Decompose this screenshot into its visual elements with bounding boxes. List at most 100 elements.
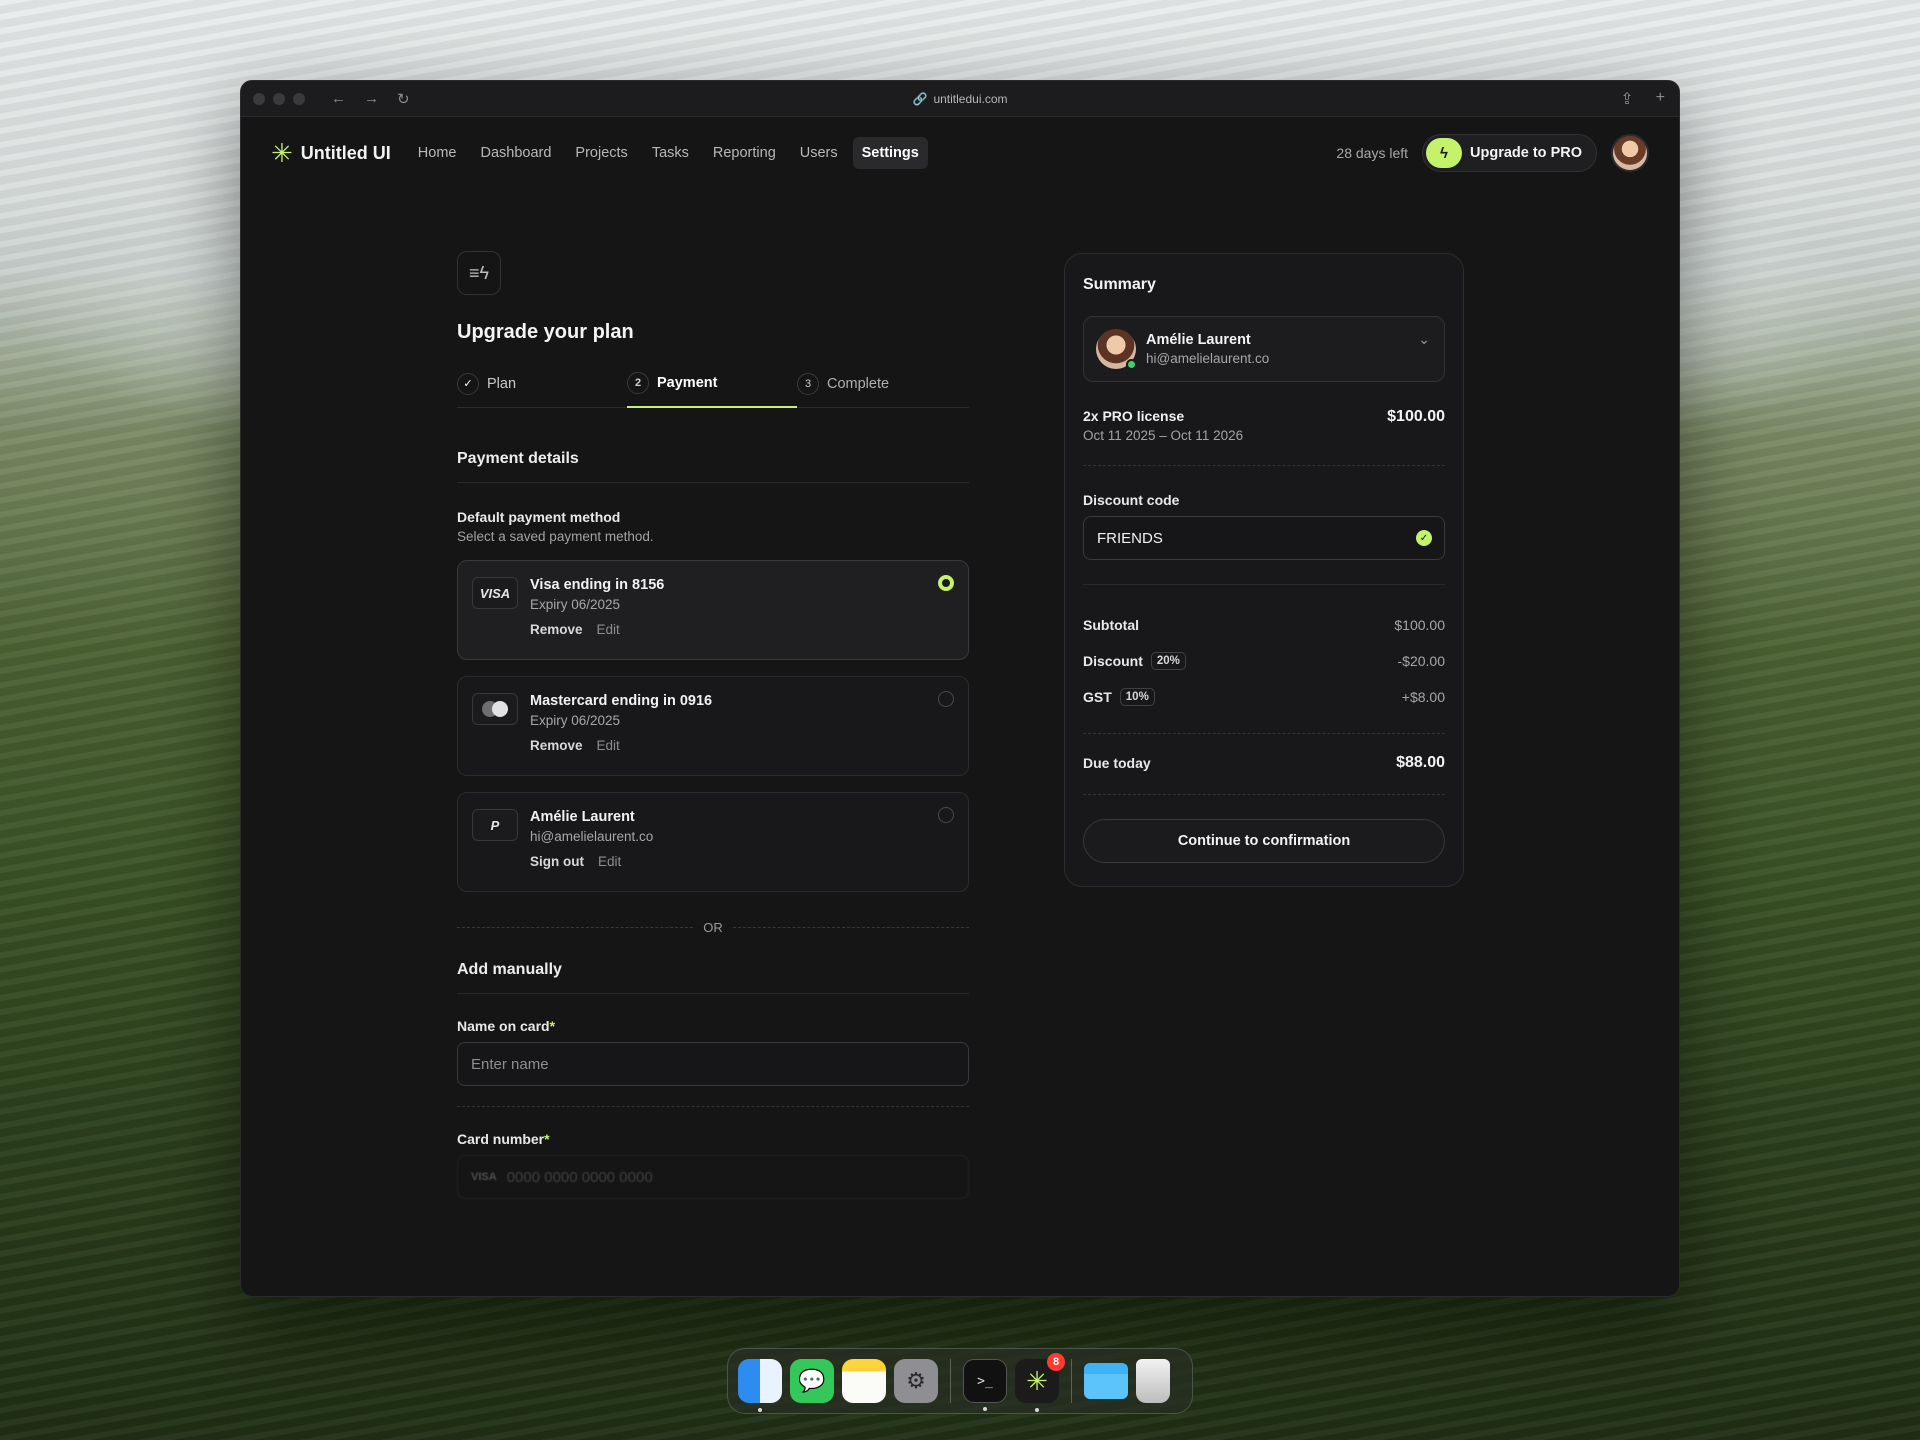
visa-logo: VISA [472, 577, 518, 609]
user-name: Amélie Laurent [1146, 332, 1251, 348]
dock-separator [950, 1359, 951, 1403]
divider [457, 1106, 969, 1107]
url-text: untitledui.com [933, 91, 1008, 106]
discount-code-label: Discount code [1083, 492, 1180, 508]
user-email: hi@amelielaurent.co [1146, 351, 1270, 366]
terminal-icon[interactable]: >_ [963, 1359, 1007, 1411]
card-body: Mastercard ending in 0916 Expiry 06/2025… [530, 693, 712, 761]
trial-days-left: 28 days left [1336, 145, 1409, 161]
card-title: Mastercard ending in 0916 [530, 693, 713, 709]
zoom-window-button[interactable] [293, 92, 305, 105]
browser-window: ← → ↻ 🔗 untitledui.com ⇪ + ✳ Untitled UI… [240, 80, 1680, 1297]
default-method-heading: Default payment method [457, 509, 621, 525]
summary-title: Summary [1083, 276, 1156, 293]
back-arrow-icon[interactable]: ← [331, 90, 346, 108]
share-icon[interactable]: ⇪ [1620, 89, 1633, 109]
check-icon: ✓ [457, 372, 479, 395]
payment-method-visa[interactable]: VISA Visa ending in 8156 Expiry 06/2025 … [457, 560, 969, 660]
payment-method-mastercard[interactable]: Mastercard ending in 0916 Expiry 06/2025… [457, 676, 969, 776]
nav-dashboard[interactable]: Dashboard [471, 137, 560, 169]
card-number-placeholder: 0000 0000 0000 0000 [506, 1168, 653, 1186]
notification-badge: 8 [1047, 1353, 1065, 1371]
step-number: 3 [797, 372, 819, 395]
address-bar[interactable]: 🔗 untitledui.com [913, 92, 1008, 106]
gst-value: +$8.00 [1401, 689, 1445, 705]
step-number: 2 [627, 372, 649, 394]
due-today-row: Due today $88.00 [1083, 733, 1445, 795]
nav-projects[interactable]: Projects [566, 137, 636, 169]
nav-tasks[interactable]: Tasks [643, 137, 698, 169]
avatar[interactable] [1611, 134, 1649, 172]
gst-badge: 10% [1119, 688, 1155, 706]
minimize-window-button[interactable] [273, 92, 285, 105]
edit-button[interactable]: Edit [597, 622, 620, 637]
folder-icon[interactable] [1084, 1363, 1128, 1399]
edit-button[interactable]: Edit [598, 854, 621, 869]
discount-label: Discount 20% [1083, 652, 1186, 670]
account-select[interactable]: Amélie Laurent hi@amelielaurent.co ⌄ [1083, 316, 1445, 382]
settings-icon[interactable]: ⚙ [894, 1359, 938, 1403]
name-on-card-input[interactable]: Enter name [457, 1042, 969, 1086]
card-expiry: Expiry 06/2025 [530, 597, 621, 612]
upgrade-label: Upgrade to PRO [1470, 145, 1582, 161]
finder-icon[interactable] [738, 1359, 782, 1412]
messages-icon[interactable]: 💬 [790, 1359, 834, 1403]
step-label: Payment [657, 375, 718, 391]
step-complete[interactable]: 3 Complete [797, 372, 967, 407]
chevron-down-icon: ⌄ [1418, 331, 1430, 347]
or-divider: OR [457, 920, 969, 935]
untitled-ui-icon[interactable]: ✳ 8 [1015, 1353, 1065, 1412]
trash-icon[interactable] [1136, 1359, 1170, 1403]
nav-home[interactable]: Home [409, 137, 466, 169]
link-icon: 🔗 [912, 91, 928, 106]
order-summary: Summary Amélie Laurent hi@amelielaurent.… [1064, 253, 1464, 887]
step-plan[interactable]: ✓ Plan [457, 372, 627, 407]
payment-method-paypal[interactable]: P Amélie Laurent hi@amelielaurent.co Sig… [457, 792, 969, 892]
online-status-dot [1126, 359, 1137, 370]
continue-button[interactable]: Continue to confirmation [1083, 819, 1445, 863]
reload-icon[interactable]: ↻ [397, 90, 410, 108]
app-header: ✳ Untitled UI Home Dashboard Projects Ta… [241, 117, 1679, 189]
radio-unselected[interactable] [938, 691, 954, 707]
totals: Subtotal $100.00 Discount 20% -$20.00 GS… [1083, 584, 1445, 715]
radio-selected[interactable] [938, 575, 954, 591]
card-number-label: Card number* [457, 1131, 550, 1147]
nav-users[interactable]: Users [791, 137, 847, 169]
card-number-input[interactable]: VISA 0000 0000 0000 0000 [457, 1155, 969, 1199]
remove-button[interactable]: Remove [530, 622, 583, 637]
nav-reporting[interactable]: Reporting [704, 137, 785, 169]
browser-actions: ⇪ + [1620, 89, 1665, 109]
mastercard-icon [472, 693, 518, 725]
browser-nav: ← → ↻ [331, 90, 410, 108]
logo[interactable]: ✳ Untitled UI [271, 140, 391, 166]
forward-arrow-icon[interactable]: → [364, 90, 379, 108]
step-payment[interactable]: 2 Payment [627, 372, 797, 408]
lightning-icon: ϟ [1426, 138, 1463, 168]
license-title: 2x PRO license [1083, 408, 1185, 424]
window-controls [241, 92, 305, 105]
card-actions: Sign out Edit [530, 854, 653, 869]
nav-settings[interactable]: Settings [852, 137, 928, 169]
notes-icon[interactable] [842, 1359, 886, 1403]
card-body: Visa ending in 8156 Expiry 06/2025 Remov… [530, 577, 664, 645]
upgrade-button[interactable]: ϟ Upgrade to PRO [1422, 134, 1597, 172]
card-body: Amélie Laurent hi@amelielaurent.co Sign … [530, 809, 653, 877]
radio-unselected[interactable] [938, 807, 954, 823]
payment-details-heading: Payment details [457, 450, 969, 483]
card-actions: Remove Edit [530, 738, 712, 753]
close-window-button[interactable] [253, 92, 265, 105]
edit-button[interactable]: Edit [597, 738, 620, 753]
gst-label: GST 10% [1083, 688, 1155, 706]
license-price: $100.00 [1387, 408, 1445, 425]
visa-icon: VISA [471, 1171, 497, 1183]
license-line-item: 2x PRO license Oct 11 2025 – Oct 11 2026… [1083, 408, 1445, 466]
main-nav: Home Dashboard Projects Tasks Reporting … [409, 137, 928, 169]
remove-button[interactable]: Remove [530, 738, 583, 753]
due-label: Due today [1083, 755, 1151, 771]
sign-out-button[interactable]: Sign out [530, 854, 584, 869]
logo-text: Untitled UI [300, 142, 391, 163]
new-tab-icon[interactable]: + [1656, 89, 1665, 109]
discount-code-input[interactable]: FRIENDS ✓ [1083, 516, 1445, 560]
user-info: Amélie Laurent hi@amelielaurent.co [1146, 332, 1269, 366]
dock: 💬 ⚙ >_ ✳ 8 [727, 1348, 1193, 1414]
